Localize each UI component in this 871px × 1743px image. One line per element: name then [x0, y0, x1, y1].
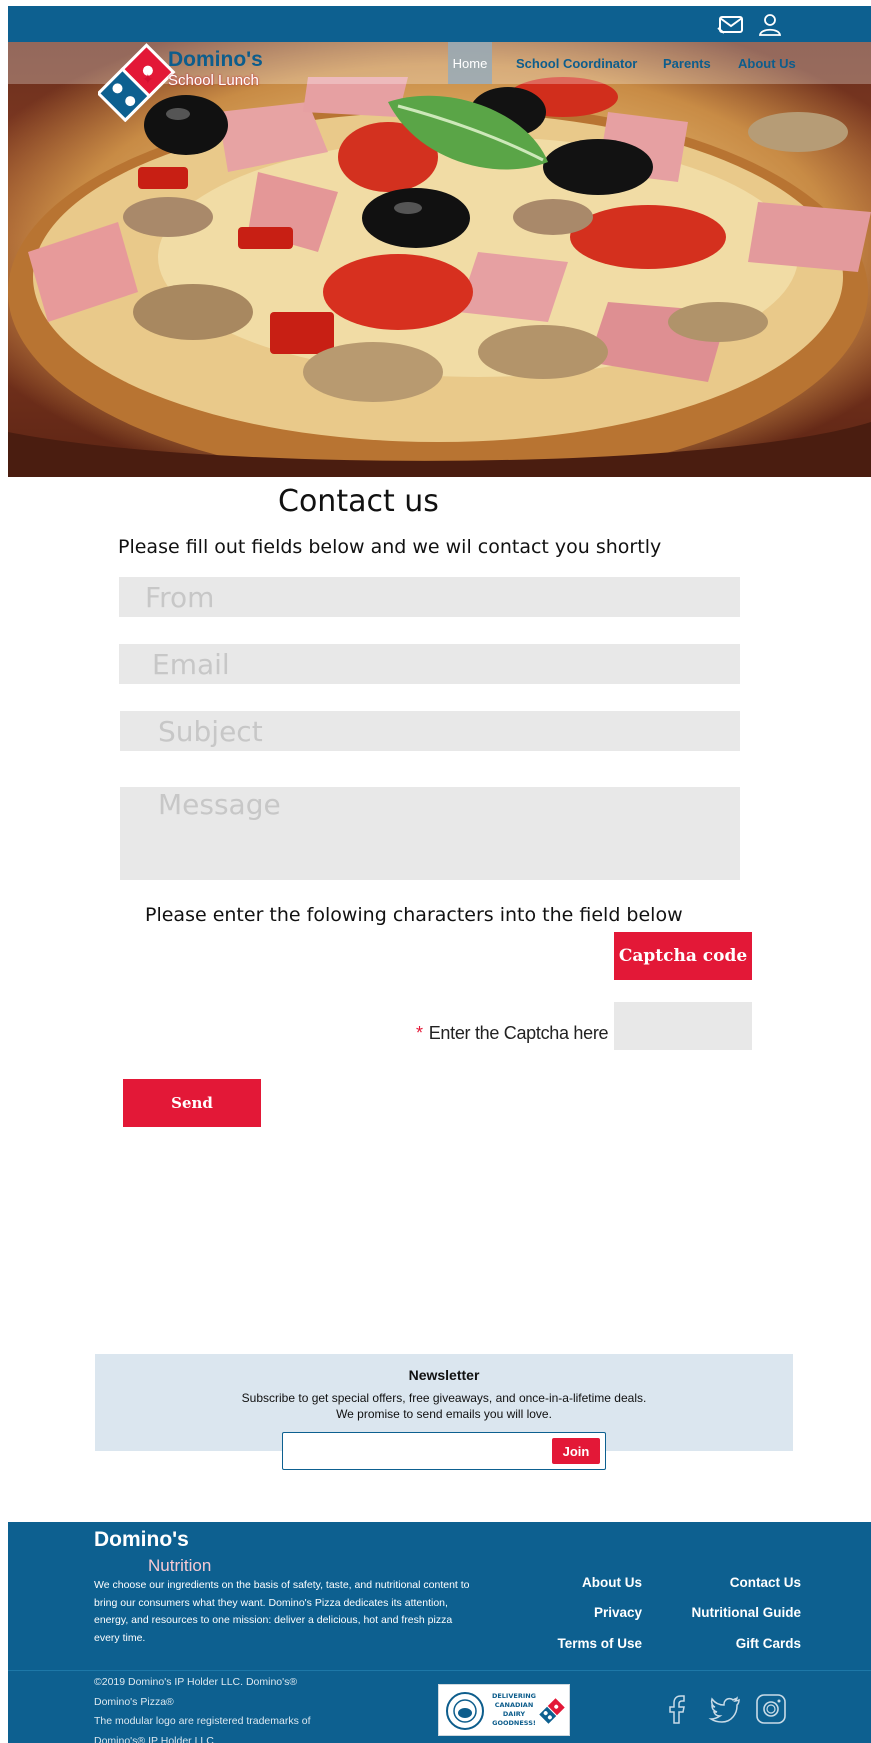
- subject-field[interactable]: [120, 711, 740, 751]
- footer-link-contact-us[interactable]: Contact Us: [730, 1575, 801, 1590]
- captcha-label: * Enter the Captcha here: [416, 1023, 609, 1044]
- join-button[interactable]: Join: [552, 1438, 600, 1464]
- send-button[interactable]: Send: [123, 1079, 261, 1127]
- page: Domino's ✦ School Lunch Home School Coor…: [8, 6, 871, 1743]
- page-title: Contact us: [278, 484, 439, 519]
- dairy-badge: DELIVERING CANADIAN DAIRY GOODNESS!: [438, 1684, 570, 1736]
- mail-icon[interactable]: [717, 11, 745, 39]
- footer-description: We choose our ingredients on the basis o…: [94, 1579, 470, 1644]
- nav-home[interactable]: Home: [448, 42, 492, 84]
- contact-intro: Please fill out fields below and we wil …: [118, 536, 662, 558]
- required-mark: *: [416, 1023, 423, 1043]
- footer-divider: [8, 1670, 871, 1671]
- dairy-cow-logo-icon: [446, 1692, 484, 1730]
- nav-school-coordinator[interactable]: School Coordinator: [516, 42, 637, 84]
- captcha-input[interactable]: [614, 1002, 752, 1050]
- footer-brand: Domino's: [94, 1528, 189, 1551]
- newsletter-text-1: Subscribe to get special offers, free gi…: [241, 1391, 647, 1405]
- hero-image: Domino's ✦ School Lunch Home School Coor…: [8, 42, 871, 477]
- footer-link-about-us[interactable]: About Us: [582, 1575, 642, 1590]
- footer-link-privacy[interactable]: Privacy: [594, 1605, 642, 1620]
- footer-link-terms[interactable]: Terms of Use: [557, 1636, 642, 1651]
- nav-parents[interactable]: Parents: [663, 42, 711, 84]
- footer: Domino's Nutrition We choose our ingredi…: [8, 1522, 871, 1743]
- footer-copyright: ©2019 Domino's IP Holder LLC. Domino's® …: [94, 1676, 311, 1743]
- newsletter-text-2: We promise to send emails you will love.: [336, 1407, 552, 1421]
- top-bar: [8, 6, 871, 42]
- newsletter-email-input[interactable]: [289, 1437, 539, 1465]
- newsletter-form: Join: [282, 1432, 606, 1470]
- nav-about-us[interactable]: About Us: [738, 42, 796, 84]
- newsletter-title: Newsletter: [408, 1367, 480, 1383]
- captcha-code-image: Captcha code: [614, 932, 752, 980]
- facebook-icon[interactable]: [661, 1692, 695, 1726]
- captcha-label-text: Enter the Captcha here: [428, 1023, 609, 1043]
- message-field[interactable]: [120, 787, 740, 880]
- footer-link-gift-cards[interactable]: Gift Cards: [736, 1636, 801, 1651]
- email-field[interactable]: [119, 644, 740, 684]
- maple-leaf-icon: ✦: [142, 72, 154, 88]
- user-icon[interactable]: [756, 11, 784, 39]
- dominos-badge-logo-icon: [537, 1696, 567, 1726]
- dairy-badge-text: DELIVERING CANADIAN DAIRY GOODNESS!: [491, 1692, 537, 1727]
- footer-nutrition-heading: Nutrition: [148, 1556, 212, 1575]
- from-field[interactable]: [119, 577, 740, 617]
- brand-name: Domino's: [168, 48, 263, 71]
- dominos-logo-icon[interactable]: [98, 42, 178, 122]
- twitter-icon[interactable]: [708, 1692, 742, 1726]
- captcha-instructions: Please enter the folowing characters int…: [145, 904, 683, 926]
- footer-link-nutritional-guide[interactable]: Nutritional Guide: [692, 1605, 802, 1620]
- instagram-icon[interactable]: [754, 1692, 788, 1726]
- brand-subtitle: School Lunch: [168, 72, 259, 89]
